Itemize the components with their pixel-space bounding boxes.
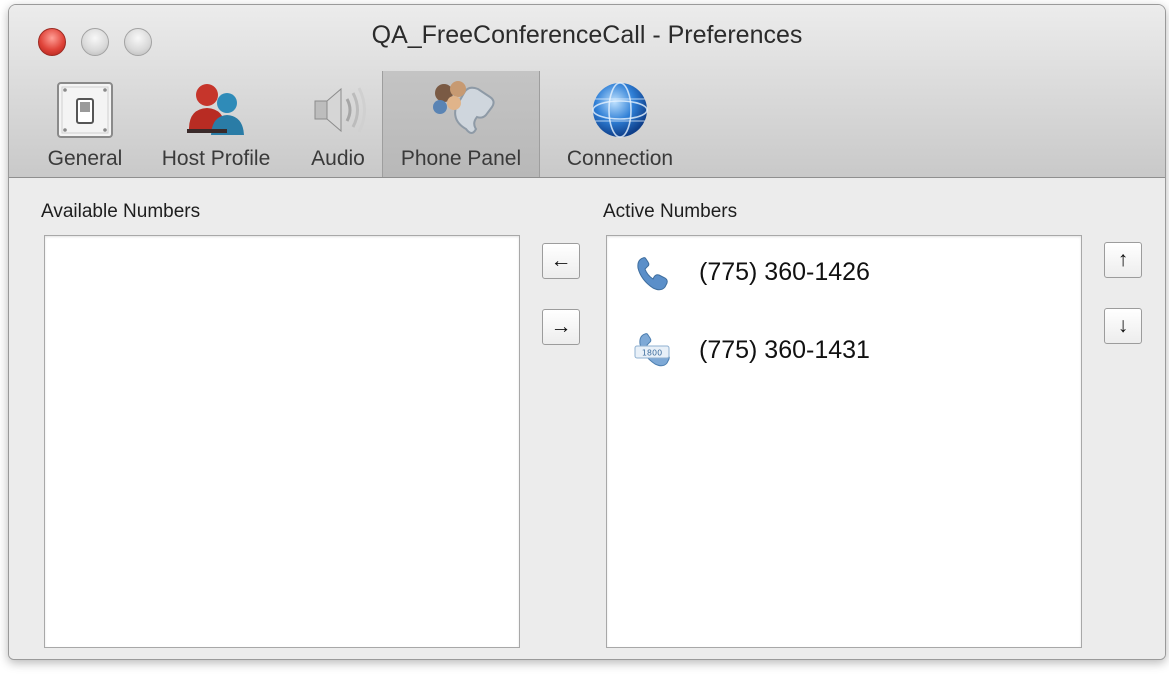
- phone-number: (775) 360-1426: [699, 258, 870, 286]
- toolbar-general[interactable]: General: [37, 71, 133, 177]
- users-icon: [187, 84, 244, 135]
- toolbar-phone-panel-label: Phone Panel: [400, 147, 522, 170]
- available-numbers-label: Available Numbers: [41, 201, 201, 222]
- preferences-window: QA_FreeConferenceCall - Preferences Gene…: [8, 4, 1166, 660]
- toll-free-phone-icon: 1800: [634, 333, 670, 367]
- toggle-switch-icon: [57, 82, 113, 138]
- title-bar: QA_FreeConferenceCall - Preferences Gene…: [9, 5, 1165, 178]
- list-item[interactable]: (775) 360-1426: [607, 246, 1081, 296]
- active-numbers-list[interactable]: (775) 360-1426 1800 (775) 360-1431: [606, 235, 1082, 648]
- phone-number: (775) 360-1431: [699, 336, 870, 364]
- toolbar-audio-label: Audio: [311, 147, 365, 170]
- move-down-button[interactable]: ↓: [1104, 308, 1142, 344]
- toll-free-badge: 1800: [642, 349, 662, 358]
- toolbar-host-profile[interactable]: Host Profile: [147, 71, 285, 177]
- toolbar-host-profile-label: Host Profile: [161, 147, 271, 170]
- window-title: QA_FreeConferenceCall - Preferences: [371, 21, 803, 49]
- available-numbers-list[interactable]: [44, 235, 520, 648]
- move-left-button[interactable]: ←: [542, 243, 580, 279]
- toolbar-audio[interactable]: Audio: [295, 71, 381, 177]
- toolbar-general-label: General: [47, 147, 123, 170]
- active-numbers-label: Active Numbers: [603, 201, 738, 222]
- toolbar-connection[interactable]: Connection: [551, 71, 689, 177]
- phone-handset-icon: [637, 257, 668, 291]
- move-right-button[interactable]: →: [542, 309, 580, 345]
- toolbar-connection-label: Connection: [566, 147, 674, 170]
- phone-panel-content: Available Numbers ← → Active Numbers (77…: [9, 178, 1165, 659]
- globe-icon: [592, 82, 648, 138]
- phone-panel-icon: [433, 81, 495, 134]
- list-item[interactable]: 1800 (775) 360-1431: [607, 324, 1081, 374]
- speaker-icon: [314, 87, 366, 133]
- toolbar-phone-panel[interactable]: Phone Panel: [382, 71, 540, 177]
- move-up-button[interactable]: ↑: [1104, 242, 1142, 278]
